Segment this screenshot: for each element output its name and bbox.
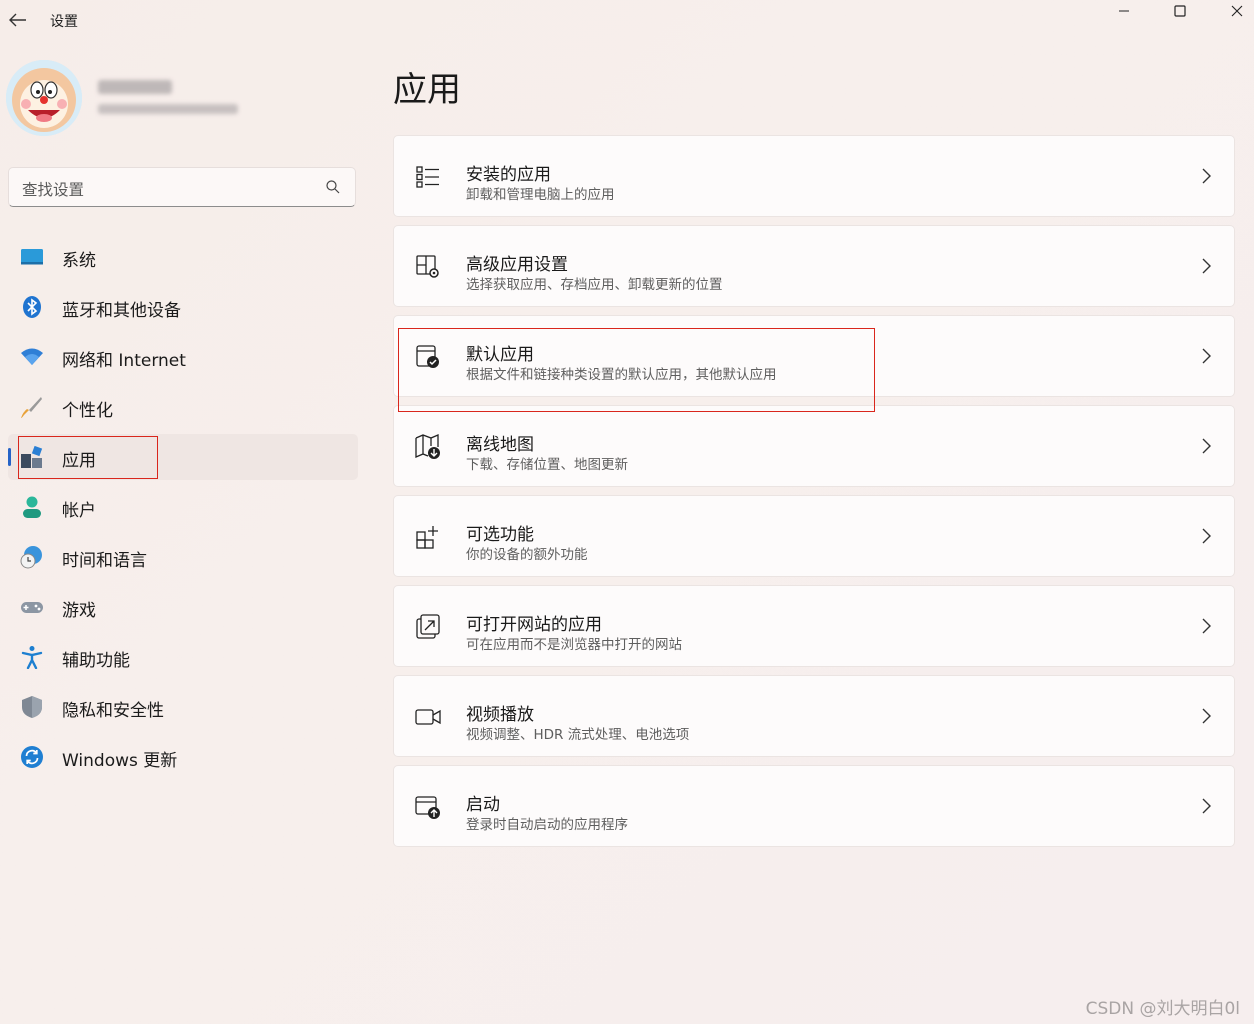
watermark: CSDN @刘大明白0l xyxy=(1085,999,1240,1019)
maximize-icon xyxy=(1174,5,1186,17)
card-title: 离线地图 xyxy=(466,435,534,455)
sidebar-item-gaming[interactable]: 游戏 xyxy=(8,584,358,630)
search-input[interactable]: 查找设置 xyxy=(8,167,356,207)
sidebar-item-accounts[interactable]: 帐户 xyxy=(8,484,358,530)
card-subtitle: 登录时自动启动的应用程序 xyxy=(466,817,628,833)
offline-maps-icon xyxy=(415,434,440,459)
sidebar-item-label: 系统 xyxy=(62,251,96,271)
sidebar-item-label: 蓝牙和其他设备 xyxy=(62,301,181,321)
wifi-icon xyxy=(21,348,43,365)
card-subtitle: 卸载和管理电脑上的应用 xyxy=(466,187,615,203)
sidebar-item-label: 辅助功能 xyxy=(62,651,130,671)
card-apps-for-websites[interactable]: 可打开网站的应用 可在应用而不是浏览器中打开的网站 xyxy=(393,585,1235,667)
sidebar-item-label: Windows 更新 xyxy=(62,751,178,771)
app-title: 设置 xyxy=(50,14,78,30)
sidebar-item-privacy[interactable]: 隐私和安全性 xyxy=(8,684,358,730)
card-subtitle: 你的设备的额外功能 xyxy=(466,547,588,563)
sidebar-item-accessibility[interactable]: 辅助功能 xyxy=(8,634,358,680)
sidebar-item-system[interactable]: 系统 xyxy=(8,234,358,280)
sidebar-item-label: 游戏 xyxy=(62,601,96,621)
user-profile[interactable] xyxy=(6,58,356,138)
card-title: 可选功能 xyxy=(466,525,534,545)
user-name-blurred xyxy=(98,80,172,94)
card-subtitle: 视频调整、HDR 流式处理、电池选项 xyxy=(466,727,690,743)
active-indicator xyxy=(8,448,11,466)
account-icon xyxy=(23,496,41,518)
chevron-right-icon xyxy=(1202,528,1211,544)
highlight-box-apps xyxy=(18,436,158,479)
installed-apps-icon xyxy=(416,166,439,188)
avatar xyxy=(6,60,82,136)
page-title: 应用 xyxy=(393,70,461,110)
sidebar-item-label: 时间和语言 xyxy=(62,551,147,571)
shield-icon xyxy=(22,696,42,718)
back-button[interactable] xyxy=(4,6,32,34)
brush-icon xyxy=(21,397,42,418)
gamepad-icon xyxy=(21,602,43,613)
sidebar-item-time-language[interactable]: 时间和语言 xyxy=(8,534,358,580)
chevron-right-icon xyxy=(1202,798,1211,814)
sidebar-item-bluetooth[interactable]: 蓝牙和其他设备 xyxy=(8,284,358,330)
avatar-image xyxy=(6,60,82,136)
chevron-right-icon xyxy=(1202,348,1211,364)
title-bar: 设置 xyxy=(0,0,1254,40)
video-playback-icon xyxy=(415,709,441,725)
bluetooth-icon xyxy=(23,296,41,318)
chevron-right-icon xyxy=(1202,258,1211,274)
card-installed-apps[interactable]: 安装的应用 卸载和管理电脑上的应用 xyxy=(393,135,1235,217)
settings-cards: 安装的应用 卸载和管理电脑上的应用 高级应用设置 选择获取应用、存档应用、卸载更… xyxy=(393,135,1235,855)
sidebar-item-network[interactable]: 网络和 Internet xyxy=(8,334,358,380)
back-arrow-icon xyxy=(9,13,26,27)
chevron-right-icon xyxy=(1202,618,1211,634)
startup-icon xyxy=(415,796,440,819)
chevron-right-icon xyxy=(1202,168,1211,184)
highlight-box-default-apps xyxy=(398,328,875,412)
card-advanced-app-settings[interactable]: 高级应用设置 选择获取应用、存档应用、卸载更新的位置 xyxy=(393,225,1235,307)
apps-for-websites-icon xyxy=(416,614,440,639)
update-icon xyxy=(21,746,43,768)
minimize-button[interactable] xyxy=(1101,0,1147,22)
card-title: 启动 xyxy=(466,795,500,815)
search-icon[interactable] xyxy=(325,179,341,195)
sidebar-item-label: 帐户 xyxy=(62,501,96,521)
card-title: 安装的应用 xyxy=(466,165,551,185)
card-offline-maps[interactable]: 离线地图 下载、存储位置、地图更新 xyxy=(393,405,1235,487)
card-title: 可打开网站的应用 xyxy=(466,615,602,635)
sidebar-item-windows-update[interactable]: Windows 更新 xyxy=(8,734,358,780)
sidebar-item-label: 网络和 Internet xyxy=(62,351,186,371)
card-startup[interactable]: 启动 登录时自动启动的应用程序 xyxy=(393,765,1235,847)
search-placeholder: 查找设置 xyxy=(22,181,85,199)
chevron-right-icon xyxy=(1202,708,1211,724)
sidebar-item-label: 隐私和安全性 xyxy=(62,701,164,721)
advanced-settings-icon xyxy=(416,255,439,278)
card-subtitle: 下载、存储位置、地图更新 xyxy=(466,457,628,473)
accessibility-icon xyxy=(21,646,43,669)
card-subtitle: 选择获取应用、存档应用、卸载更新的位置 xyxy=(466,277,723,293)
system-icon xyxy=(21,249,43,265)
time-language-icon xyxy=(20,546,42,569)
maximize-button[interactable] xyxy=(1157,0,1203,22)
close-icon xyxy=(1231,5,1243,17)
card-optional-features[interactable]: 可选功能 你的设备的额外功能 xyxy=(393,495,1235,577)
card-title: 高级应用设置 xyxy=(466,255,568,275)
minimize-icon xyxy=(1119,10,1129,12)
card-video-playback[interactable]: 视频播放 视频调整、HDR 流式处理、电池选项 xyxy=(393,675,1235,757)
sidebar-nav: 系统 蓝牙和其他设备 网络和 Internet 个性化 应用 帐户 时间和语言 … xyxy=(8,234,358,784)
close-button[interactable] xyxy=(1214,0,1254,22)
user-email-blurred xyxy=(98,104,238,114)
chevron-right-icon xyxy=(1202,438,1211,454)
sidebar-item-label: 个性化 xyxy=(62,401,113,421)
sidebar-item-personalization[interactable]: 个性化 xyxy=(8,384,358,430)
card-subtitle: 可在应用而不是浏览器中打开的网站 xyxy=(466,637,682,653)
optional-features-icon xyxy=(416,526,438,549)
card-title: 视频播放 xyxy=(466,705,534,725)
